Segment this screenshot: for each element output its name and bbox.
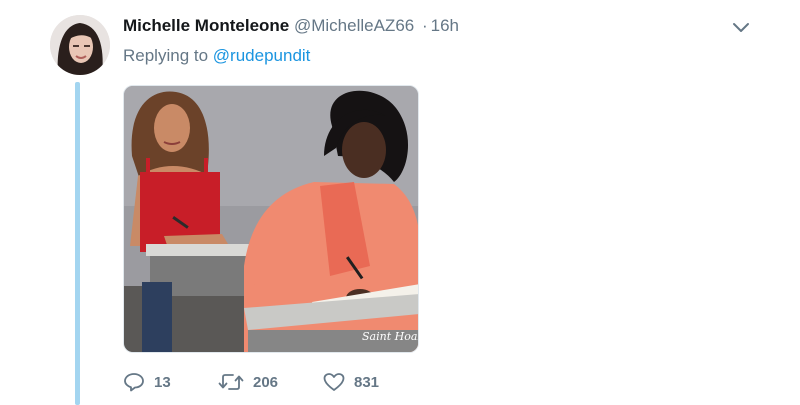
author-name[interactable]: Michelle Monteleone: [123, 16, 289, 35]
replying-to: Replying to @rudepundit: [123, 45, 310, 67]
tweet-header: Michelle Monteleone @MichelleAZ66 · 16h: [123, 15, 459, 37]
like-button[interactable]: 831: [323, 372, 403, 392]
replying-to-label: Replying to: [123, 46, 209, 65]
tweet-actions: 13 206 831: [123, 368, 403, 396]
tweet-timestamp[interactable]: 16h: [431, 16, 459, 35]
reply-mention-link[interactable]: @rudepundit: [213, 46, 311, 65]
retweet-button[interactable]: 206: [218, 372, 323, 392]
heart-icon: [323, 373, 345, 391]
avatar[interactable]: [50, 15, 110, 75]
reply-icon: [124, 373, 144, 392]
reply-count: 13: [154, 373, 171, 391]
tweet: Michelle Monteleone @MichelleAZ66 · 16h R…: [0, 0, 800, 405]
retweet-icon: [218, 374, 244, 390]
image-watermark: Saint Hoax: [362, 330, 419, 343]
thread-line: [75, 82, 80, 405]
like-count: 831: [354, 373, 380, 391]
separator-dot: ·: [421, 16, 428, 35]
tweet-menu-button[interactable]: [728, 15, 754, 41]
tweet-image[interactable]: Saint Hoax: [123, 85, 419, 353]
chevron-down-icon: [733, 23, 749, 32]
retweet-count: 206: [253, 373, 279, 391]
reply-button[interactable]: 13: [123, 372, 218, 392]
author-handle[interactable]: @MichelleAZ66: [294, 16, 414, 35]
